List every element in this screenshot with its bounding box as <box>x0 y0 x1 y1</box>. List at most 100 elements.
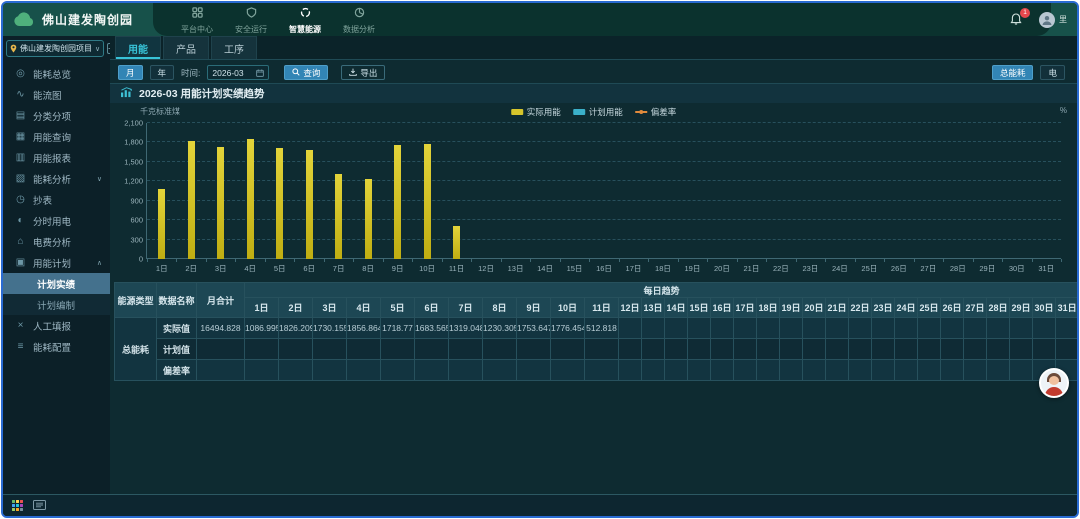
nav-smart-energy[interactable]: 智慧能源 <box>289 5 321 35</box>
sidebar-item-time-of-use[interactable]: ◐分时用电 <box>3 210 110 231</box>
x-axis-tick-label: 30日 <box>1009 263 1025 274</box>
sidebar-item-energy-report[interactable]: ▥用能报表 <box>3 147 110 168</box>
day-value-cell <box>849 339 872 360</box>
actual-energy-bar <box>158 189 165 259</box>
day-value-cell <box>1056 318 1079 339</box>
project-name: 佛山建发陶创园项目 <box>20 43 92 54</box>
day-value-cell <box>483 360 517 381</box>
sidebar-item-electricity-fee[interactable]: ⌂电费分析 <box>3 231 110 252</box>
x-axis-tick <box>678 259 679 262</box>
category-icon: ▤ <box>15 110 26 121</box>
energy-type-cell: 总能耗 <box>115 318 157 381</box>
day-value-cell <box>964 318 987 339</box>
month-toggle-button[interactable]: 月 <box>118 65 143 80</box>
day-value-cell <box>642 360 665 381</box>
x-axis-tick-label: 9日 <box>392 263 404 274</box>
electricity-button[interactable]: 电 <box>1040 65 1065 80</box>
sidebar-item-energy-query[interactable]: ▦用能查询 <box>3 126 110 147</box>
menu-list-icon[interactable] <box>33 497 46 515</box>
gridline <box>147 141 1061 142</box>
gridline <box>147 258 1061 259</box>
sidebar-item-energy-flow[interactable]: ∿能流图 <box>3 84 110 105</box>
sidebar-item-energy-config[interactable]: ≡能耗配置 <box>3 336 110 357</box>
sidebar-item-plan-compile[interactable]: 计划编制 <box>3 294 110 315</box>
customer-service-avatar[interactable] <box>1039 368 1069 398</box>
table-day-header: 14日 <box>665 298 688 318</box>
day-value-cell <box>279 360 313 381</box>
table-day-header: 11日 <box>585 298 619 318</box>
x-axis-tick <box>973 259 974 262</box>
sidebar-item-energy-plan[interactable]: ▣用能计划∧ <box>3 252 110 273</box>
day-value-cell <box>918 318 941 339</box>
table-day-header: 8日 <box>483 298 517 318</box>
actual-energy-bar <box>335 174 342 259</box>
sidebar-item-label: 电费分析 <box>33 235 71 249</box>
table-icon: ▦ <box>15 131 26 142</box>
y-axis-tick-label: 1,800 <box>124 138 143 147</box>
y-axis-tick-label: 900 <box>130 196 143 205</box>
month-total-cell <box>197 339 245 360</box>
table-day-header: 28日 <box>987 298 1010 318</box>
day-value-cell: 1086.995 <box>245 318 279 339</box>
user-menu[interactable]: 里 <box>1039 12 1067 28</box>
notification-bell-icon[interactable]: 1 <box>1009 12 1025 28</box>
x-axis-tick-label: 22日 <box>773 263 789 274</box>
search-button[interactable]: 查询 <box>284 65 328 80</box>
day-value-cell <box>347 339 381 360</box>
x-axis-tick-label: 17日 <box>626 263 642 274</box>
day-value-cell <box>941 318 964 339</box>
x-axis-tick-label: 19日 <box>685 263 701 274</box>
sidebar-item-overview[interactable]: ◎能耗总览 <box>3 63 110 84</box>
sidebar-item-classification[interactable]: ▤分类分项 <box>3 105 110 126</box>
day-value-cell <box>872 360 895 381</box>
actual-energy-bar <box>247 139 254 259</box>
x-axis-tick-label: 6日 <box>303 263 315 274</box>
day-value-cell <box>941 339 964 360</box>
tab-process[interactable]: 工序 <box>211 36 257 59</box>
day-value-cell <box>619 360 642 381</box>
table-header: 能源类型 <box>115 283 157 318</box>
legend-item-实际用能[interactable]: 实际用能 <box>511 106 561 118</box>
total-energy-button[interactable]: 总能耗 <box>992 65 1034 80</box>
x-axis-tick <box>471 259 472 262</box>
day-value-cell <box>826 339 849 360</box>
sidebar-item-label: 用能报表 <box>33 151 71 165</box>
sidebar-item-meter-reading[interactable]: ◷抄表 <box>3 189 110 210</box>
table-header: 数据名称 <box>157 283 197 318</box>
nav-platform-center[interactable]: 平台中心 <box>181 5 213 35</box>
x-axis-tick-label: 16日 <box>596 263 612 274</box>
nav-safe-operation[interactable]: 安全运行 <box>235 5 267 35</box>
tab-product[interactable]: 产品 <box>163 36 209 59</box>
legend-item-偏差率[interactable]: 偏差率 <box>635 106 677 118</box>
day-value-cell <box>757 339 780 360</box>
sidebar-item-energy-analysis[interactable]: ▧能耗分析∨ <box>3 168 110 189</box>
day-value-cell <box>619 318 642 339</box>
y-axis-tick-label: 2,100 <box>124 119 143 128</box>
day-value-cell <box>1033 339 1056 360</box>
tab-energy[interactable]: 用能 <box>115 36 161 59</box>
sidebar-menu: ◎能耗总览∿能流图▤分类分项▦用能查询▥用能报表▧能耗分析∨◷抄表◐分时用电⌂电… <box>3 63 110 357</box>
sidebar-item-plan-actual[interactable]: 计划实绩 <box>3 273 110 294</box>
time-input[interactable]: 2026-03 <box>207 65 269 80</box>
flow-icon: ∿ <box>15 89 26 100</box>
day-value-cell <box>826 318 849 339</box>
x-axis-tick <box>442 259 443 262</box>
day-value-cell <box>803 360 826 381</box>
nav-data-analysis[interactable]: 数据分析 <box>343 5 375 35</box>
table-day-header: 23日 <box>872 298 895 318</box>
x-axis-tick <box>206 259 207 262</box>
table-row: 总能耗实际值16494.8281086.9951826.2091730.1551… <box>115 318 1079 339</box>
cross-icon: × <box>15 320 26 331</box>
y-axis-unit-left: 千克标准煤 <box>140 106 180 117</box>
day-value-cell <box>551 339 585 360</box>
day-value-cell <box>895 339 918 360</box>
export-button[interactable]: 导出 <box>341 65 385 80</box>
notification-badge: 1 <box>1020 8 1030 18</box>
year-toggle-button[interactable]: 年 <box>150 65 175 80</box>
sidebar-item-manual-report[interactable]: ×人工填报 <box>3 315 110 336</box>
app-grid-icon[interactable] <box>12 500 23 511</box>
project-selector[interactable]: 佛山建发陶创园项目 ∨ <box>6 40 104 57</box>
day-value-cell <box>665 360 688 381</box>
table-day-header: 5日 <box>381 298 415 318</box>
legend-item-计划用能[interactable]: 计划用能 <box>573 106 623 118</box>
